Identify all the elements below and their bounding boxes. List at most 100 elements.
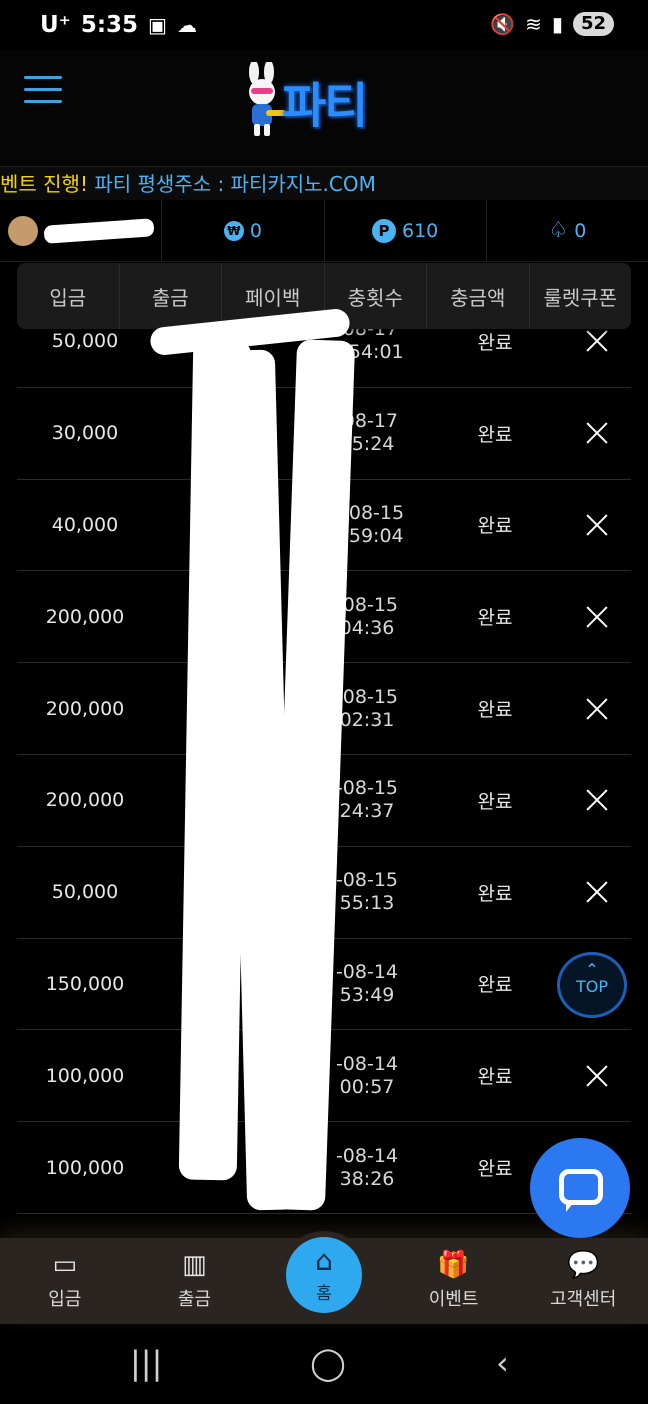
notice-marquee: 벤트 진행! 파티 평생주소 : 파티카지노.COM bbox=[0, 166, 648, 200]
status-cell: 완료 bbox=[477, 331, 513, 354]
nav-support[interactable]: 💬 고객센터 bbox=[518, 1238, 648, 1324]
won-coin-icon: ₩ bbox=[223, 220, 244, 241]
home-circle-icon[interactable]: ◯ bbox=[310, 1344, 346, 1382]
status-right: 🔇 ≋ ▮ 52 bbox=[490, 12, 614, 36]
tab-deposit[interactable]: 입금 bbox=[17, 263, 120, 329]
amount-cell: 40,000 bbox=[51, 513, 119, 536]
nav-event-label: 이벤트 bbox=[428, 1289, 479, 1310]
date-text: -08-14 bbox=[335, 960, 399, 983]
chat-tail-icon bbox=[566, 1202, 574, 1212]
menu-line bbox=[24, 88, 62, 91]
delete-icon[interactable] bbox=[577, 413, 617, 453]
signal-icon: ▮ bbox=[551, 12, 563, 36]
nav-withdraw-label: 출금 bbox=[177, 1289, 211, 1310]
hamburger-menu-button[interactable] bbox=[24, 76, 62, 104]
user-info-bar: ₩ 0 P 610 ♤ 0 bbox=[0, 200, 648, 262]
date-text: -08-15 bbox=[335, 685, 399, 708]
delete-icon[interactable] bbox=[577, 872, 617, 912]
avatar bbox=[7, 215, 38, 246]
card-plus-icon: ▭ bbox=[52, 1250, 78, 1280]
delete-icon[interactable] bbox=[577, 1056, 617, 1096]
tab-withdraw[interactable]: 출금 bbox=[120, 263, 222, 329]
gift-icon: 🎁 bbox=[437, 1250, 470, 1280]
clock: 5:35 bbox=[80, 12, 139, 38]
spade-icon: ♤ bbox=[548, 218, 569, 243]
date-text: -08-14 bbox=[335, 1144, 399, 1167]
amount-cell: 200,000 bbox=[45, 605, 125, 628]
scroll-top-button[interactable]: ⌃ TOP bbox=[557, 952, 627, 1018]
time-text: 53:49 bbox=[339, 983, 395, 1006]
chat-dots-icon: 💬 bbox=[566, 1250, 600, 1280]
event-notice: 벤트 진행! bbox=[0, 172, 88, 196]
amount-cell: 50,000 bbox=[51, 330, 119, 353]
status-cell: 완료 bbox=[477, 607, 513, 630]
user-profile[interactable] bbox=[0, 200, 163, 261]
spade-balance[interactable]: ♤ 0 bbox=[487, 200, 648, 261]
amount-cell: 200,000 bbox=[45, 789, 125, 812]
won-balance-value: 0 bbox=[249, 219, 262, 242]
recent-apps-icon[interactable]: ||| bbox=[130, 1344, 162, 1382]
site-logo[interactable]: 파티 bbox=[236, 60, 412, 140]
amount-cell: 100,000 bbox=[45, 1156, 125, 1179]
delete-icon[interactable] bbox=[577, 780, 617, 820]
delete-icon[interactable] bbox=[577, 505, 617, 545]
nav-withdraw[interactable]: ▥ 출금 bbox=[130, 1238, 260, 1324]
system-nav-bar: ||| ◯ ‹ bbox=[0, 1324, 648, 1404]
scroll-top-label: TOP bbox=[575, 977, 608, 996]
nav-deposit[interactable]: ▭ 입금 bbox=[0, 1238, 130, 1324]
withdraw-icon: ▥ bbox=[182, 1250, 207, 1280]
nav-home-button[interactable]: ⌂ 홈 bbox=[286, 1237, 362, 1313]
status-cell: 완료 bbox=[477, 699, 513, 722]
delete-icon[interactable] bbox=[577, 597, 617, 637]
status-left: U⁺ 5:35 ▣ ☁ bbox=[40, 12, 197, 38]
status-cell: 완료 bbox=[477, 423, 513, 446]
delete-icon[interactable] bbox=[577, 689, 617, 729]
tab-charge-amount[interactable]: 충금액 bbox=[427, 263, 530, 329]
time-text: 24:37 bbox=[339, 800, 395, 823]
logo-text: 파티 bbox=[282, 78, 368, 134]
status-cell: 완료 bbox=[477, 882, 513, 905]
status-cell: 완료 bbox=[477, 515, 513, 538]
amount-cell: 150,000 bbox=[45, 972, 125, 995]
status-cell: 완료 bbox=[477, 790, 513, 813]
menu-line bbox=[24, 76, 62, 79]
battery-indicator: 52 bbox=[572, 12, 614, 36]
home-icon: ⌂ bbox=[315, 1243, 333, 1277]
status-cell: 완료 bbox=[477, 1066, 513, 1089]
time-text: 55:13 bbox=[339, 892, 395, 915]
chat-bubble-icon bbox=[559, 1169, 603, 1205]
won-balance[interactable]: ₩ 0 bbox=[162, 200, 325, 261]
mute-icon: 🔇 bbox=[490, 12, 516, 36]
screenshot-icon: ▣ bbox=[148, 13, 167, 37]
amount-cell: 200,000 bbox=[45, 697, 125, 720]
carrier-label: U⁺ bbox=[40, 12, 71, 38]
amount-cell: 100,000 bbox=[45, 1064, 125, 1087]
date-text: -08-15 bbox=[335, 777, 399, 800]
status-cell: 완료 bbox=[477, 974, 513, 997]
tab-roulette-coupon[interactable]: 룰렛쿠폰 bbox=[530, 263, 632, 329]
chevron-up-icon: ⌃ bbox=[585, 960, 599, 979]
date-text: -08-15 bbox=[335, 869, 399, 892]
nav-deposit-label: 입금 bbox=[48, 1289, 82, 1310]
wifi-icon: ≋ bbox=[525, 12, 542, 36]
nav-support-label: 고객센터 bbox=[550, 1289, 617, 1310]
amount-cell: 30,000 bbox=[51, 422, 119, 445]
menu-line bbox=[24, 100, 62, 103]
point-balance[interactable]: P 610 bbox=[325, 200, 487, 261]
status-bar: U⁺ 5:35 ▣ ☁ 🔇 ≋ ▮ 52 bbox=[0, 0, 648, 50]
back-icon[interactable]: ‹ bbox=[496, 1344, 509, 1382]
status-cell: 완료 bbox=[477, 1158, 513, 1181]
nav-home-label: 홈 bbox=[316, 1283, 332, 1304]
nav-event[interactable]: 🎁 이벤트 bbox=[389, 1238, 519, 1324]
live-chat-button[interactable] bbox=[530, 1138, 630, 1238]
point-coin-icon: P bbox=[371, 218, 396, 243]
spade-balance-value: 0 bbox=[574, 219, 587, 242]
time-text: 38:26 bbox=[339, 1167, 395, 1190]
app-header: 파티 bbox=[0, 50, 648, 166]
cloud-icon: ☁ bbox=[176, 13, 197, 37]
point-balance-value: 610 bbox=[401, 219, 439, 242]
time-text: 00:57 bbox=[339, 1075, 395, 1098]
address-notice: 파티 평생주소 : 파티카지노.COM bbox=[87, 172, 376, 196]
date-text: -08-14 bbox=[335, 1052, 399, 1075]
time-text: 02:31 bbox=[339, 708, 395, 731]
